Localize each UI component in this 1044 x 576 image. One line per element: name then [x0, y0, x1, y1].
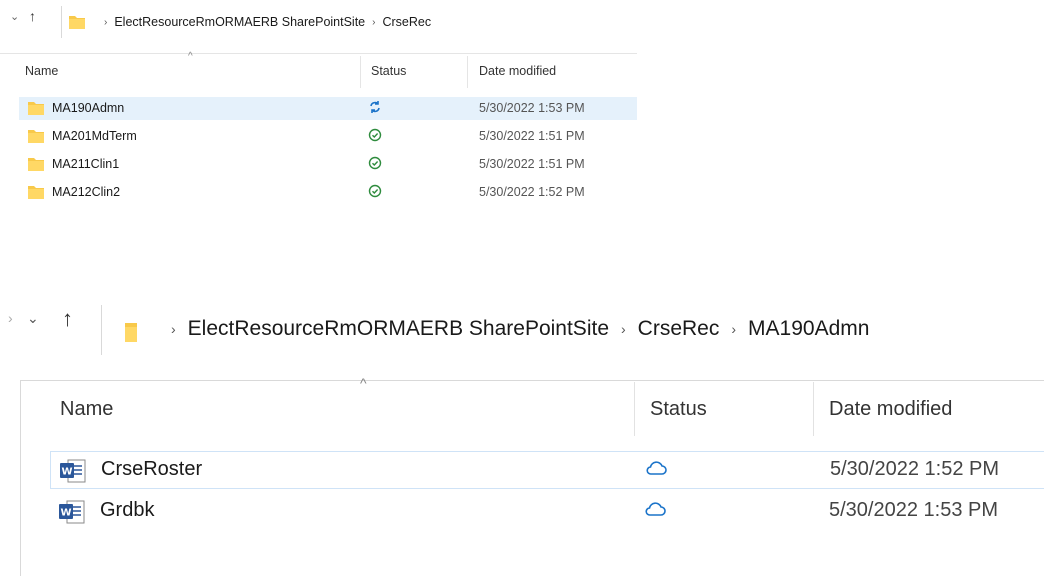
breadcrumb: › ElectResourceRmORMAERB SharePointSite … [159, 317, 869, 341]
file-date-modified: 5/30/2022 1:52 PM [479, 185, 585, 199]
breadcrumb-separator-icon: › [372, 16, 376, 28]
check-circle-icon [368, 184, 382, 201]
file-date-modified: 5/30/2022 1:52 PM [830, 458, 1000, 480]
column-header-name[interactable]: Name [60, 398, 113, 421]
cloud-icon [644, 500, 666, 523]
folder-icon [27, 184, 45, 203]
column-header-row: ^ Name Status Date modified [0, 51, 637, 88]
column-header-date-modified[interactable]: Date modified [829, 398, 952, 421]
svg-text:W: W [60, 508, 71, 519]
file-date-modified: 5/30/2022 1:53 PM [829, 499, 999, 521]
breadcrumb-item-sharepoint-site[interactable]: ElectResourceRmORMAERB SharePointSite [114, 15, 365, 29]
folder-icon [27, 100, 45, 119]
file-name: Grdbk [100, 499, 155, 521]
column-divider[interactable] [813, 382, 814, 436]
breadcrumb-separator-icon: › [104, 16, 108, 28]
address-bar[interactable]: › ElectResourceRmORMAERB SharePointSite … [61, 6, 640, 38]
word-document-icon: W [58, 500, 86, 530]
file-name: MA190Admn [52, 101, 125, 115]
cloud-icon [645, 459, 667, 482]
file-row-crseroster[interactable]: W CrseRoster 5/30/2022 1:52 PM [50, 451, 1044, 489]
breadcrumb: › ElectResourceRmORMAERB SharePointSite … [97, 15, 431, 29]
address-bar[interactable]: › ElectResourceRmORMAERB SharePointSite … [101, 305, 1044, 355]
folder-icon [124, 321, 138, 348]
file-name: CrseRoster [101, 458, 203, 480]
breadcrumb-separator-icon: › [731, 321, 737, 337]
up-arrow-icon[interactable]: ↑ [29, 8, 36, 24]
folder-icon [68, 14, 86, 35]
breadcrumb-item-crserec[interactable]: CrseRec [382, 15, 431, 29]
file-date-modified: 5/30/2022 1:51 PM [479, 157, 585, 171]
sync-icon [368, 100, 382, 117]
column-divider[interactable] [467, 56, 468, 88]
breadcrumb-separator-icon: › [621, 321, 626, 337]
file-row-grdbk[interactable]: W Grdbk 5/30/2022 1:53 PM [50, 493, 1044, 531]
column-header-date-modified[interactable]: Date modified [479, 64, 556, 78]
folder-icon [27, 128, 45, 147]
top-explorer-window: ⌄ ↑ › ElectResourceRmORMAERB SharePointS… [0, 0, 640, 215]
file-name: MA211Clin1 [52, 157, 120, 171]
breadcrumb-separator-icon: › [171, 321, 176, 337]
file-row-ma190admn[interactable]: MA190Admn 5/30/2022 1:53 PM [19, 97, 637, 120]
sort-ascending-icon: ^ [360, 375, 367, 391]
column-header-status[interactable]: Status [650, 398, 707, 421]
check-circle-icon [368, 156, 382, 173]
breadcrumb-item-ma190admn[interactable]: MA190Admn [748, 317, 869, 341]
breadcrumb-item-sharepoint-site[interactable]: ElectResourceRmORMAERB SharePointSite [188, 317, 609, 341]
bottom-explorer-window: › ⌄ ↑ › ElectResourceRmORMAERB SharePoin… [0, 300, 1044, 576]
column-divider[interactable] [634, 382, 635, 436]
column-divider[interactable] [360, 56, 361, 88]
file-date-modified: 5/30/2022 1:51 PM [479, 129, 585, 143]
file-row-ma201mdterm[interactable]: MA201MdTerm 5/30/2022 1:51 PM [19, 125, 637, 148]
file-date-modified: 5/30/2022 1:53 PM [479, 101, 585, 115]
expand-chevron-icon[interactable]: › [8, 310, 13, 326]
word-document-icon: W [59, 459, 87, 489]
recent-locations-chevron-icon[interactable]: ⌄ [10, 10, 19, 23]
recent-locations-chevron-icon[interactable]: ⌄ [27, 310, 39, 327]
up-arrow-icon[interactable]: ↑ [62, 306, 73, 332]
folder-icon [27, 156, 45, 175]
breadcrumb-item-crserec[interactable]: CrseRec [638, 317, 720, 341]
file-name: MA212Clin2 [52, 185, 121, 199]
file-row-ma211clin1[interactable]: MA211Clin1 5/30/2022 1:51 PM [19, 153, 637, 176]
svg-text:W: W [61, 467, 72, 478]
column-header-status[interactable]: Status [371, 64, 406, 78]
sort-ascending-icon: ^ [188, 51, 193, 62]
file-row-ma212clin2[interactable]: MA212Clin2 5/30/2022 1:52 PM [19, 181, 637, 204]
file-name: MA201MdTerm [52, 129, 137, 143]
check-circle-icon [368, 128, 382, 145]
column-header-name[interactable]: Name [25, 64, 58, 78]
